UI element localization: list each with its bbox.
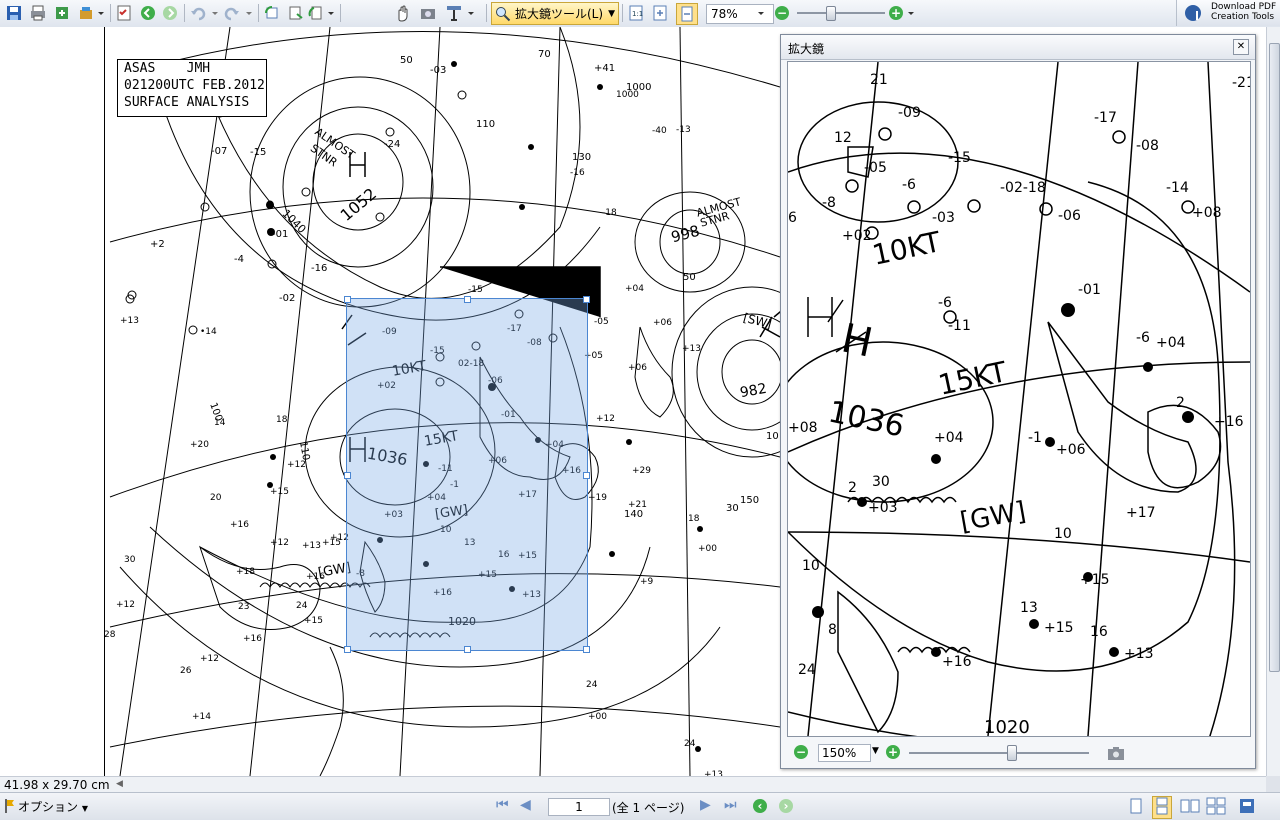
- history-back-icon[interactable]: ‹: [753, 799, 767, 813]
- main-toolbar: 拡大鏡ツール(L) ▼ 1:1 78% − + Download PDF Cre…: [0, 0, 1280, 28]
- download-line2: Creation Tools: [1211, 12, 1275, 22]
- mag-label-gw: [GW]: [957, 496, 1029, 538]
- magnifier-view: 21-0912 -05-6-15 -02-18-06-17 -08-21-14 …: [787, 61, 1251, 737]
- magnifier-zoom-slider[interactable]: [909, 752, 1089, 754]
- resize-handle[interactable]: [583, 646, 590, 653]
- package-icon[interactable]: [76, 3, 96, 23]
- magnifier-zoom-in-icon[interactable]: +: [886, 745, 900, 759]
- mag-label-10kt: 10KT: [869, 225, 944, 272]
- chevron-down-icon[interactable]: [756, 3, 766, 23]
- chevron-down-icon: ▼: [81, 804, 88, 813]
- magnified-labels: 1036 15KT 10KT [GW] 1020 H: [788, 62, 1250, 736]
- chevron-down-icon[interactable]: [326, 3, 336, 23]
- close-icon[interactable]: ✕: [1233, 39, 1249, 55]
- next-page-icon[interactable]: ▶: [700, 797, 711, 813]
- svg-text:1:1: 1:1: [632, 10, 643, 18]
- camera-icon[interactable]: [1107, 745, 1125, 764]
- last-page-icon[interactable]: ⏭: [724, 797, 737, 813]
- actual-size-icon[interactable]: 1:1: [626, 3, 646, 23]
- resize-handle[interactable]: [344, 646, 351, 653]
- magnifier-icon: [495, 6, 511, 22]
- tool-select-label: 拡大鏡ツール(L): [515, 7, 604, 21]
- chevron-down-icon: ▼: [608, 8, 615, 19]
- single-page-icon[interactable]: [1128, 797, 1144, 818]
- checklist-icon[interactable]: [114, 3, 134, 23]
- download-line1: Download PDF: [1211, 2, 1277, 12]
- resize-handle[interactable]: [344, 472, 351, 479]
- status-bar: オプション ▼ ⏮ ◀ 1 (全 1 ページ) ▶ ⏭ ‹ ›: [0, 792, 1280, 820]
- chevron-down-icon[interactable]: [96, 3, 106, 23]
- magnifier-zoom-out-icon[interactable]: −: [794, 745, 808, 759]
- magnifier-tool-select[interactable]: 拡大鏡ツール(L) ▼: [491, 2, 619, 25]
- chevron-down-icon[interactable]: [466, 3, 476, 23]
- export-icon[interactable]: [52, 3, 72, 23]
- grid-pages-icon[interactable]: [1206, 797, 1226, 818]
- flag-icon: [4, 798, 16, 817]
- chevron-down-icon[interactable]: ▼: [872, 746, 879, 756]
- scroll-left-icon[interactable]: ◀: [116, 779, 123, 789]
- resize-handle[interactable]: [583, 472, 590, 479]
- continuous-page-icon[interactable]: [1152, 796, 1172, 819]
- prev-page-icon[interactable]: ◀: [520, 797, 531, 813]
- chevron-down-icon[interactable]: [906, 3, 916, 23]
- pdf-tools-icon: [1183, 3, 1205, 26]
- zoom-in-icon[interactable]: +: [889, 6, 903, 20]
- fit-width-icon[interactable]: [676, 3, 698, 25]
- rotate-icon[interactable]: [262, 3, 282, 23]
- resize-handle[interactable]: [464, 296, 471, 303]
- chevron-down-icon[interactable]: [210, 3, 220, 23]
- back-icon[interactable]: [138, 3, 158, 23]
- first-page-icon[interactable]: ⏮: [496, 797, 509, 813]
- download-pdf-tools-button[interactable]: Download PDF Creation Tools: [1176, 0, 1280, 26]
- magnifier-title: 拡大鏡: [788, 42, 825, 56]
- text-select-icon[interactable]: [444, 3, 464, 23]
- history-forward-icon[interactable]: ›: [779, 799, 793, 813]
- snapshot-icon[interactable]: [418, 3, 438, 23]
- horizontal-scrollbar[interactable]: 41.98 x 29.70 cm ◀: [0, 776, 1266, 793]
- magnifier-footer: − 150% ▼ +: [781, 737, 1255, 768]
- resize-handle[interactable]: [464, 646, 471, 653]
- mag-label-high-1036: 1036: [825, 394, 908, 445]
- magnifier-zoom-input[interactable]: 150%: [818, 744, 871, 762]
- mag-label-1020: 1020: [984, 717, 1030, 737]
- page-total-label: (全 1 ページ): [612, 801, 685, 815]
- forward-icon[interactable]: [160, 3, 180, 23]
- resize-handle[interactable]: [344, 296, 351, 303]
- undo-icon[interactable]: [188, 3, 208, 23]
- mag-label-h: H: [837, 315, 877, 367]
- zoom-out-icon[interactable]: −: [775, 6, 789, 20]
- magnifier-slider-thumb[interactable]: [1007, 745, 1017, 761]
- options-button[interactable]: オプション ▼: [18, 798, 88, 815]
- hand-tool-icon[interactable]: [392, 3, 412, 23]
- vertical-scroll-thumb[interactable]: [1269, 43, 1280, 672]
- zoom-slider-track[interactable]: [797, 12, 885, 14]
- magnifier-titlebar[interactable]: 拡大鏡 ✕: [781, 35, 1255, 60]
- page-rotate-icon[interactable]: [306, 3, 326, 23]
- options-label: オプション: [18, 800, 79, 814]
- vertical-scrollbar[interactable]: [1266, 27, 1280, 776]
- resize-handle[interactable]: [583, 296, 590, 303]
- magnifier-window: 拡大鏡 ✕ 21 -09 12 -05 -6 -15 -02-18 -06 -1…: [780, 34, 1256, 769]
- page-number-input[interactable]: 1: [548, 798, 610, 816]
- mag-label-15kt: 15KT: [935, 355, 1010, 402]
- chevron-down-icon[interactable]: [244, 3, 254, 23]
- zoom-slider-thumb[interactable]: [826, 6, 836, 21]
- page-size-label: 41.98 x 29.70 cm: [4, 778, 110, 792]
- save-icon[interactable]: [4, 3, 24, 23]
- redo-icon[interactable]: [222, 3, 242, 23]
- magnifier-region-rect[interactable]: [344, 296, 590, 653]
- facing-pages-icon[interactable]: [1180, 797, 1200, 818]
- view-settings-icon[interactable]: [1238, 797, 1258, 818]
- fit-page-icon[interactable]: [650, 3, 670, 23]
- print-icon[interactable]: [28, 3, 48, 23]
- insert-page-icon[interactable]: [286, 3, 306, 23]
